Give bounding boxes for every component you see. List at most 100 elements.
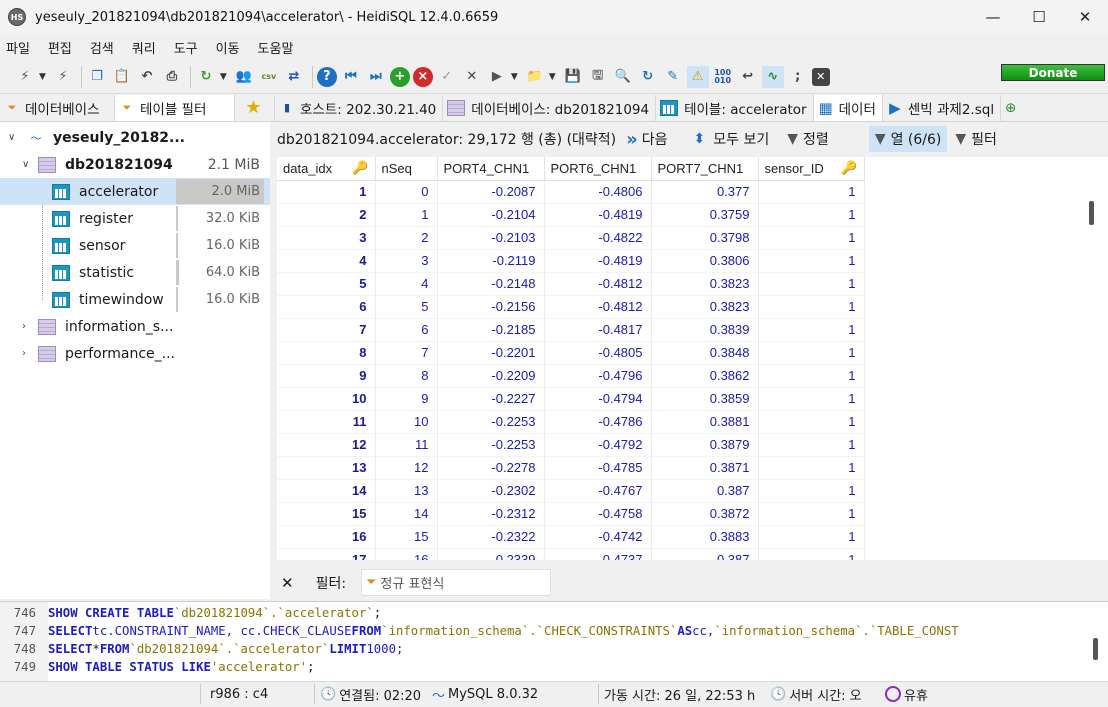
- table-cell[interactable]: 0.3881: [651, 410, 759, 434]
- chevron-down-icon[interactable]: ▼: [511, 72, 518, 82]
- binary-icon[interactable]: 100 010: [712, 66, 734, 88]
- undo-icon[interactable]: ↶: [136, 66, 158, 88]
- table-cell[interactable]: 9: [375, 387, 438, 411]
- table-cell[interactable]: -0.4817: [544, 318, 652, 342]
- table-row[interactable]: 6 5 -0.2156 -0.4812 0.3823 1: [277, 295, 865, 319]
- table-cell[interactable]: -0.4785: [544, 456, 652, 480]
- maximize-button[interactable]: ☐: [1016, 0, 1062, 34]
- table-row[interactable]: 1 0 -0.2087 -0.4806 0.377 1: [277, 180, 865, 204]
- table-cell[interactable]: 10: [375, 410, 438, 434]
- table-cell[interactable]: -0.2185: [437, 318, 545, 342]
- menu-file[interactable]: 파일: [6, 38, 30, 57]
- table-cell[interactable]: 1: [758, 295, 865, 319]
- show-all-button[interactable]: 모두 보기: [713, 129, 769, 149]
- table-cell[interactable]: 12: [277, 433, 376, 457]
- table-cell[interactable]: 1: [758, 525, 865, 549]
- table-cell[interactable]: 11: [375, 433, 438, 457]
- table-cell[interactable]: -0.4812: [544, 295, 652, 319]
- next-chevron-icon[interactable]: »: [626, 129, 638, 150]
- chevron-down-icon[interactable]: ▼: [549, 72, 556, 82]
- minimize-button[interactable]: —: [970, 0, 1016, 34]
- filter-regex-input[interactable]: ⏷ 정규 표현식: [361, 569, 551, 596]
- table-cell[interactable]: 0.3798: [651, 226, 759, 250]
- column-header[interactable]: nSeq: [375, 157, 438, 181]
- table-row[interactable]: 7 6 -0.2185 -0.4817 0.3839 1: [277, 318, 865, 342]
- save-as-icon[interactable]: 🖫: [587, 66, 609, 88]
- table-row[interactable]: 2 1 -0.2104 -0.4819 0.3759 1: [277, 203, 865, 227]
- print-icon[interactable]: ⎙: [161, 66, 183, 88]
- semicolon-icon[interactable]: ;: [787, 66, 809, 88]
- table-row[interactable]: 14 13 -0.2302 -0.4767 0.387 1: [277, 479, 865, 503]
- table-cell[interactable]: 1: [758, 364, 865, 388]
- table-cell[interactable]: -0.2302: [437, 479, 545, 503]
- table-cell[interactable]: 14: [277, 479, 376, 503]
- close-tab-icon[interactable]: ✕: [811, 67, 830, 86]
- transfer-icon[interactable]: ⇄: [283, 66, 305, 88]
- chevron-down-icon[interactable]: ▼: [39, 72, 46, 82]
- table-cell[interactable]: 15: [277, 502, 376, 526]
- replace-icon[interactable]: ↻: [637, 66, 659, 88]
- table-cell[interactable]: 0.3848: [651, 341, 759, 365]
- table-cell[interactable]: -0.2119: [437, 249, 545, 273]
- table-cell[interactable]: -0.2253: [437, 433, 545, 457]
- table-row[interactable]: 12 11 -0.2253 -0.4792 0.3879 1: [277, 433, 865, 457]
- table-cell[interactable]: 17: [277, 548, 376, 560]
- post-check-icon[interactable]: ✓: [436, 66, 458, 88]
- menu-query[interactable]: 쿼리: [132, 38, 156, 57]
- tree-table-row[interactable]: timewindow 16.0 KiB: [0, 286, 270, 313]
- table-cell[interactable]: 15: [375, 525, 438, 549]
- copy-icon[interactable]: ❐: [86, 66, 108, 88]
- table-cell[interactable]: 0.3883: [651, 525, 759, 549]
- last-record-icon[interactable]: ⏭: [365, 66, 387, 88]
- table-cell[interactable]: 0.3879: [651, 433, 759, 457]
- table-row[interactable]: 16 15 -0.2322 -0.4742 0.3883 1: [277, 525, 865, 549]
- table-cell[interactable]: 0: [375, 180, 438, 204]
- table-cell[interactable]: 0.3806: [651, 249, 759, 273]
- tree-table-row[interactable]: accelerator 2.0 MiB: [0, 178, 270, 205]
- refresh-icon[interactable]: ↻: [195, 66, 217, 88]
- table-cell[interactable]: 0.377: [651, 180, 759, 204]
- table-row[interactable]: 10 9 -0.2227 -0.4794 0.3859 1: [277, 387, 865, 411]
- table-cell[interactable]: -0.2209: [437, 364, 545, 388]
- column-header[interactable]: PORT4_CHN1: [437, 157, 545, 181]
- column-header[interactable]: sensor_ID 🔑: [758, 157, 865, 181]
- format-sql-icon[interactable]: ✎: [662, 66, 684, 88]
- first-record-icon[interactable]: ⏮: [340, 66, 362, 88]
- help-icon[interactable]: ?: [316, 66, 337, 87]
- wrap-text-icon[interactable]: ↩: [737, 66, 759, 88]
- table-cell[interactable]: -0.4812: [544, 272, 652, 296]
- filter-graph-icon[interactable]: ∿: [761, 65, 784, 88]
- donate-button[interactable]: Donate: [1001, 64, 1105, 81]
- table-cell[interactable]: -0.2148: [437, 272, 545, 296]
- tab-table[interactable]: 테이블: accelerator: [656, 94, 814, 121]
- table-cell[interactable]: 16: [375, 548, 438, 560]
- table-row[interactable]: 13 12 -0.2278 -0.4785 0.3871 1: [277, 456, 865, 480]
- table-cell[interactable]: 1: [758, 249, 865, 273]
- table-cell[interactable]: 4: [277, 249, 376, 273]
- table-cell[interactable]: 1: [277, 180, 376, 204]
- columns-button[interactable]: ▼ 열 (6/6): [868, 126, 948, 152]
- table-cell[interactable]: -0.4737: [544, 548, 652, 560]
- table-cell[interactable]: -0.2087: [437, 180, 545, 204]
- table-cell[interactable]: 0.3823: [651, 272, 759, 296]
- delete-row-icon[interactable]: ×: [412, 66, 433, 87]
- table-row[interactable]: 4 3 -0.2119 -0.4819 0.3806 1: [277, 249, 865, 273]
- show-all-icon[interactable]: ⬍: [694, 131, 706, 147]
- table-cell[interactable]: 0.3823: [651, 295, 759, 319]
- add-row-icon[interactable]: +: [389, 66, 410, 87]
- tree-database[interactable]: ∨ db201821094 2.1 MiB: [0, 151, 270, 178]
- table-row[interactable]: 9 8 -0.2209 -0.4796 0.3862 1: [277, 364, 865, 388]
- table-cell[interactable]: -0.2227: [437, 387, 545, 411]
- table-cell[interactable]: 5: [277, 272, 376, 296]
- menu-search[interactable]: 검색: [90, 38, 114, 57]
- table-cell[interactable]: -0.4805: [544, 341, 652, 365]
- table-cell[interactable]: -0.2312: [437, 502, 545, 526]
- table-cell[interactable]: 7: [277, 318, 376, 342]
- tree-database[interactable]: › information_s...: [0, 313, 270, 340]
- sort-button[interactable]: 정렬: [803, 129, 829, 149]
- table-cell[interactable]: 1: [758, 479, 865, 503]
- table-cell[interactable]: 1: [758, 272, 865, 296]
- table-cell[interactable]: 1: [375, 203, 438, 227]
- filter-button[interactable]: 필터: [971, 129, 997, 149]
- table-cell[interactable]: 8: [375, 364, 438, 388]
